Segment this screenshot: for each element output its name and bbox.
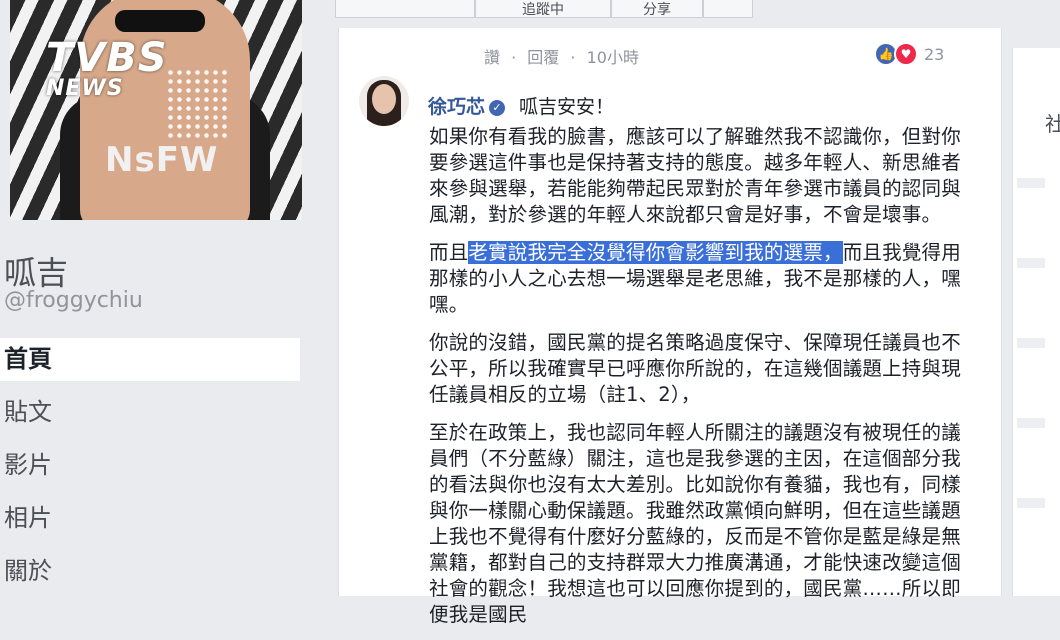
placeholder-bar [1017,178,1045,188]
page-handle[interactable]: @froggychiu [4,288,143,313]
comment-card: 讚 · 回覆 · 10小時 👍 ♥ 23 徐巧芯 ✓ 呱吉安安！ 如果你有看我的臉… [338,28,1002,626]
reply-link[interactable]: 回覆 [527,48,559,67]
watermark-dots-icon [166,68,230,138]
page-nav: 首頁 貼文 影片 相片 關於 [0,338,300,603]
like-link[interactable]: 讚 [484,48,500,67]
separator: · [511,48,517,67]
placeholder-bar [1017,498,1045,508]
profile-photo[interactable]: NsFW TVBS NEWS [10,0,302,220]
reaction-summary[interactable]: 👍 ♥ 23 [874,42,944,66]
comment-actions: 讚 · 回覆 · 10小時 [484,44,645,68]
blank-button[interactable] [335,0,475,18]
sunglasses-graphic [115,10,205,32]
nav-item-about[interactable]: 關於 [0,550,300,593]
shirt-text: NsFW [105,140,219,180]
page-action-buttons: 追蹤中 分享 [335,0,785,18]
nav-item-photos[interactable]: 相片 [0,497,300,540]
comment-greeting: 呱吉安安！ [519,96,615,118]
comment-paragraph: 你說的沒錯，國民黨的提名策略過度保守、保障現任議員也不公平，所以我確實早已呼應你… [429,331,961,406]
comment-paragraph: 如果你有看我的臉書，應該可以了解雖然我不認識你，但對你要參選這件事也是保持著支持… [429,125,961,226]
share-button[interactable]: 分享 [611,0,703,18]
more-button[interactable] [703,0,753,18]
love-reaction-icon: ♥ [894,42,918,66]
author-name-wrap: 徐巧芯 ✓ [428,92,506,119]
nav-item-home[interactable]: 首頁 [0,338,300,381]
comment-paragraph: 至於在政策上，我也認同年輕人所關注的議題沒有被現任的議員們（不分藍綠）關注，這也… [429,421,961,626]
avatar-face [372,84,396,114]
verified-badge-icon: ✓ [489,99,506,116]
timestamp[interactable]: 10小時 [587,48,639,67]
selected-text: 老實說我完全沒覺得你會影響到我的選票， [468,241,843,264]
comment-body: 如果你有看我的臉書，應該可以了解雖然我不認識你，但對你要參選這件事也是保持著支持… [429,124,969,640]
comment-paragraph-highlighted: 而且老實說我完全沒覺得你會影響到我的選票，而且我覺得用那樣的小人之心去想一場選舉… [429,240,969,318]
right-sidebar: 社 [1012,48,1060,596]
right-sidebar-label: 社 [1045,112,1060,136]
placeholder-bar [1017,338,1045,348]
following-button[interactable]: 追蹤中 [475,0,611,18]
tvbs-watermark-logo: TVBS NEWS [46,38,230,138]
separator: · [570,48,576,67]
nav-item-videos[interactable]: 影片 [0,444,300,487]
text-before-selection: 而且 [429,241,469,264]
author-name[interactable]: 徐巧芯 [428,96,485,118]
reaction-count: 23 [924,44,945,64]
placeholder-bar [1017,258,1045,268]
page-sidebar: NsFW TVBS NEWS 呱吉 @froggychiu 首頁 貼文 影片 相… [0,0,318,596]
author-avatar[interactable] [359,76,409,126]
nav-item-posts[interactable]: 貼文 [0,391,300,434]
placeholder-bar [1017,418,1045,428]
